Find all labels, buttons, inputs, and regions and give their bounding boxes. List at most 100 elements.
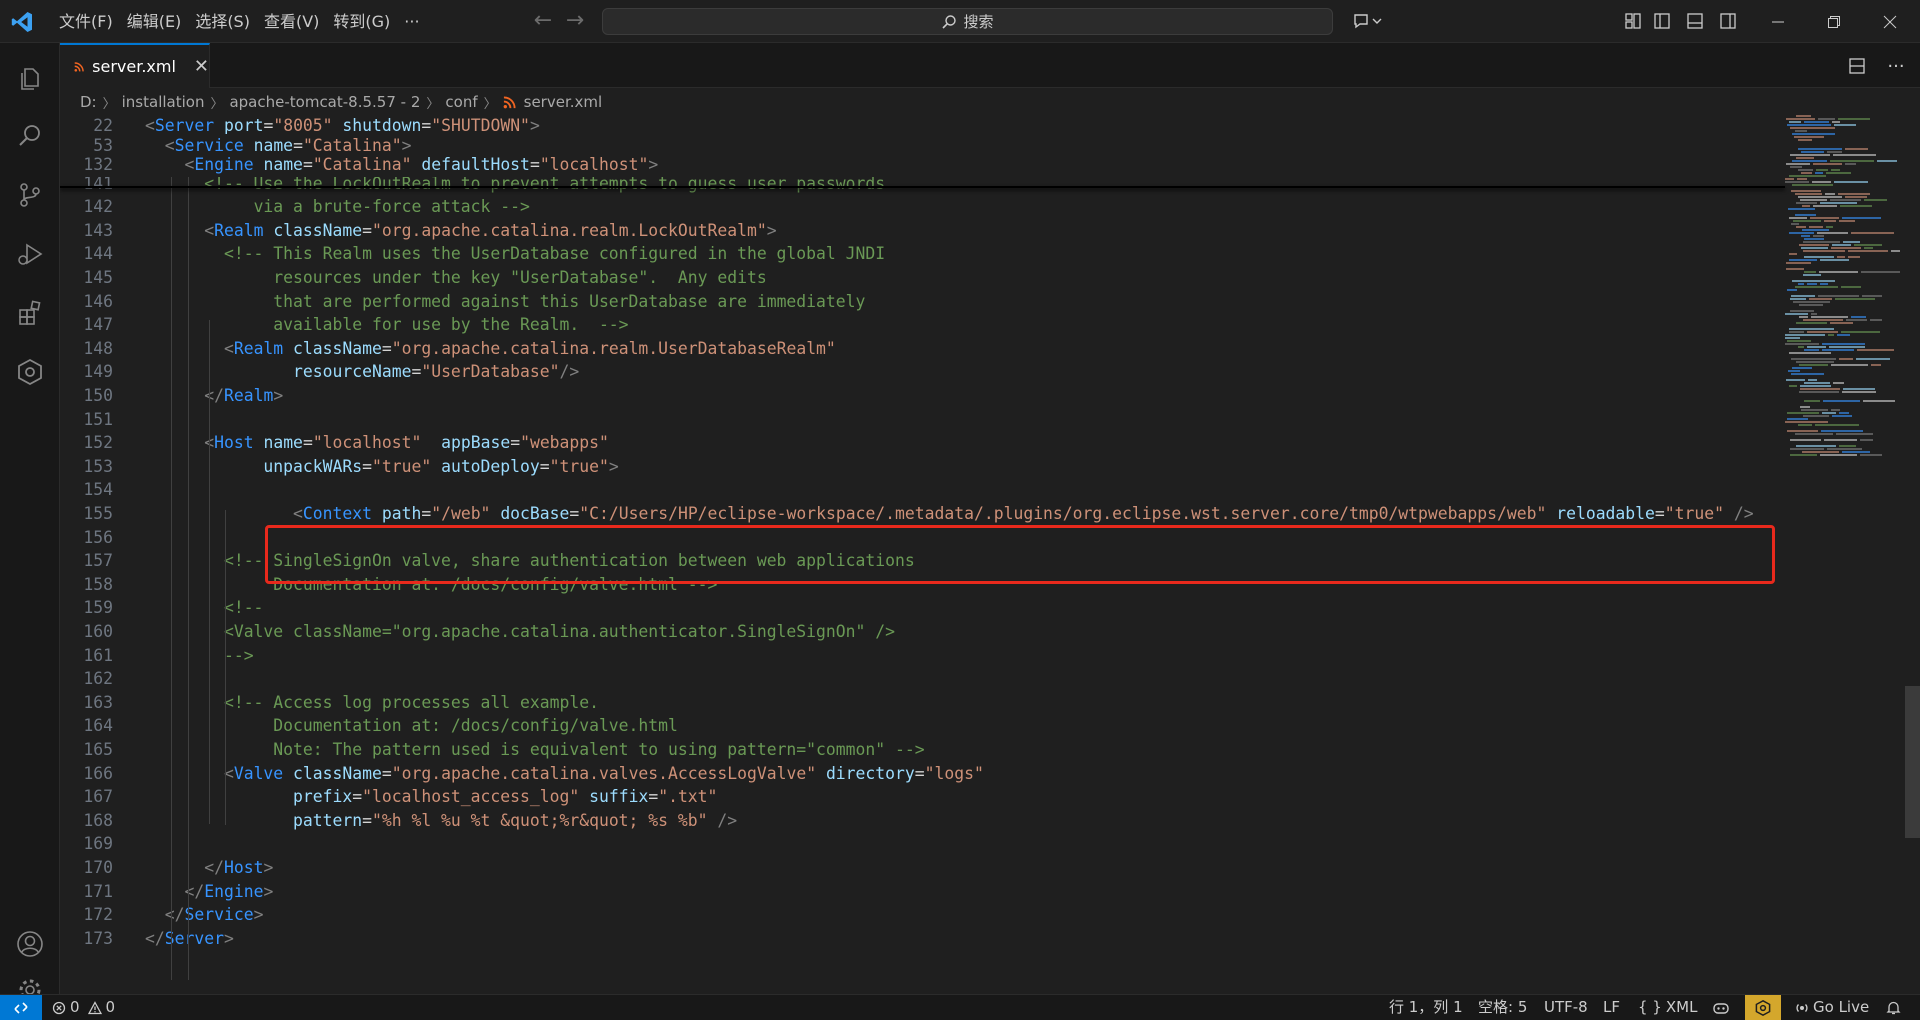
code-token: Server (154, 116, 215, 135)
vertical-scrollbar-thumb[interactable] (1905, 686, 1920, 838)
forward-arrow-icon[interactable]: → (563, 9, 587, 33)
minimap-line (1799, 316, 1808, 318)
minimap-line (1818, 295, 1859, 297)
run-and-debug-icon[interactable] (0, 226, 60, 282)
line-number: 132 (83, 155, 113, 175)
search-icon[interactable] (0, 108, 60, 164)
code-editor[interactable]: 140141 <!-- Use the LockOutRealm to prev… (60, 115, 1920, 994)
go-live-button[interactable]: Go Live (1795, 995, 1869, 1020)
indentation-setting[interactable]: 空格: 5 (1478, 995, 1527, 1020)
back-arrow-icon[interactable]: ← (531, 9, 555, 33)
code-token: "8005" (273, 116, 333, 135)
minimap-line (1789, 352, 1831, 354)
minimap-line (1848, 256, 1860, 258)
toggle-secondary-sidebar-icon[interactable] (1716, 9, 1740, 33)
code-token: pattern (293, 810, 363, 830)
eol-setting[interactable]: LF (1603, 995, 1620, 1020)
breadcrumb-installation[interactable]: installation (122, 93, 205, 111)
minimap-line (1798, 346, 1804, 348)
code-token: reloadable (1556, 504, 1655, 523)
breadcrumb-drive[interactable]: D: (80, 93, 97, 111)
code-token: > (223, 928, 234, 948)
breadcrumb-tomcat[interactable]: apache-tomcat-8.5.57 - 2 (229, 93, 420, 111)
line-code: prefix="localhost_access_log" suffix=".t… (145, 785, 717, 809)
code-token: Valve (233, 763, 284, 783)
minimap-line (1795, 193, 1822, 195)
line-number: 142 (83, 197, 113, 217)
minimap-line (1845, 196, 1867, 198)
breadcrumb-conf[interactable]: conf (445, 93, 477, 111)
minimap-line (1819, 271, 1858, 273)
minimap[interactable] (1785, 115, 1905, 465)
indent-guide (225, 510, 226, 825)
close-icon[interactable]: ✕ (194, 56, 209, 77)
minimize-icon[interactable] (1755, 0, 1801, 43)
chevron-right-icon: 〉 (210, 96, 224, 112)
code-token: <Valve className="org.apache.catalina.au… (223, 622, 895, 641)
minimap-line (1792, 184, 1833, 186)
copilot-agent-icon[interactable] (0, 344, 60, 400)
minimap-line (1842, 391, 1876, 393)
menu-edit[interactable]: 编辑(E) (120, 8, 189, 36)
close-window-icon[interactable] (1867, 0, 1913, 43)
encoding-setting[interactable]: UTF-8 (1544, 995, 1588, 1020)
notifications-bell-icon[interactable] (1886, 995, 1901, 1020)
copilot-chat-icon[interactable] (1350, 9, 1386, 33)
minimap-line (1856, 358, 1890, 360)
minimap-line (1795, 214, 1816, 216)
code-token: "true" (371, 456, 432, 476)
line-code: available for use by the Realm. --> (145, 313, 628, 337)
code-token: directory (825, 763, 915, 783)
toggle-primary-sidebar-icon[interactable] (1650, 9, 1674, 33)
code-token: < (164, 135, 175, 155)
copilot-icon[interactable] (1710, 995, 1732, 1020)
line-number: 145 (83, 268, 113, 287)
code-token: Engine (194, 155, 254, 175)
code-token: Host (214, 433, 254, 453)
minimap-line (1799, 304, 1823, 306)
go-live-label: Go Live (1813, 998, 1870, 1016)
line-number: 171 (83, 881, 113, 901)
code-token: "Catalina" (302, 135, 402, 155)
code-token: suffix (589, 787, 649, 807)
menu-more[interactable]: ··· (397, 8, 426, 36)
more-actions-icon[interactable]: ··· (1884, 54, 1908, 78)
toggle-panel-icon[interactable] (1683, 9, 1707, 33)
restore-icon[interactable] (1811, 0, 1857, 43)
breadcrumb-file[interactable]: server.xml (524, 93, 603, 111)
chevron-right-icon: 〉 (426, 96, 440, 112)
menu-selection[interactable]: 选择(S) (188, 8, 257, 36)
code-token: "org.apache.catalina.realm.LockOutRealm" (372, 220, 767, 240)
menu-go[interactable]: 转到(G) (326, 8, 397, 36)
warning-count: 0 (105, 998, 116, 1016)
extensions-icon[interactable] (0, 285, 60, 341)
tab-server-xml[interactable]: server.xml ✕ (60, 43, 210, 88)
minimap-line (1840, 205, 1872, 207)
line-number: 147 (83, 315, 113, 335)
split-editor-icon[interactable] (1845, 54, 1869, 78)
code-line: 153 unpackWARs="true" autoDeploy="true"> (60, 455, 1780, 479)
customize-layout-icon[interactable] (1621, 9, 1645, 33)
code-line: 145 resources under the key "UserDatabas… (60, 266, 1780, 290)
command-center-search[interactable]: 搜索 (602, 8, 1333, 35)
minimap-line (1791, 295, 1815, 297)
minimap-line (1854, 244, 1882, 246)
source-control-icon[interactable] (0, 167, 60, 223)
remote-indicator-icon[interactable] (0, 995, 42, 1020)
minimap-line (1826, 172, 1851, 174)
language-mode[interactable]: { } XML (1638, 995, 1697, 1020)
copilot-agent-status-icon[interactable] (1745, 995, 1781, 1020)
explorer-icon[interactable] (0, 49, 60, 105)
menu-file[interactable]: 文件(F) (52, 8, 120, 36)
menu-view[interactable]: 查看(V) (257, 8, 326, 36)
minimap-line (1786, 268, 1804, 270)
code-token: > (253, 905, 264, 925)
minimap-line (1790, 448, 1824, 450)
minimap-line (1790, 454, 1817, 456)
code-token: < (204, 220, 215, 240)
problems-indicator[interactable]: 0 0 (52, 995, 115, 1020)
tab-title: server.xml (92, 57, 176, 76)
cursor-position[interactable]: 行 1，列 1 (1389, 995, 1463, 1020)
code-token: unpackWARs (263, 456, 363, 476)
